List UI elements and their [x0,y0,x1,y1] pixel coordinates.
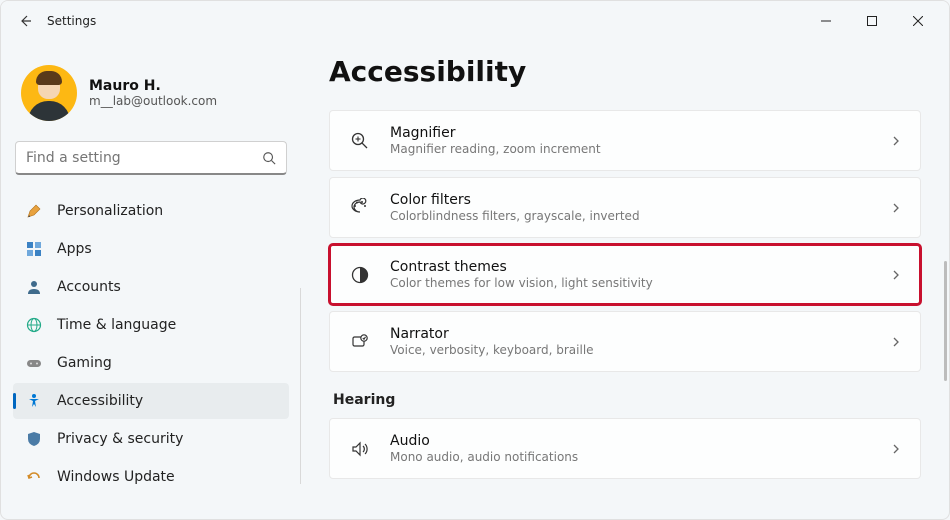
sidebar-item-gaming[interactable]: Gaming [13,345,289,381]
magnifier-icon [348,131,372,151]
profile-email: m__lab@outlook.com [89,94,217,108]
minimize-button[interactable] [803,5,849,37]
window-title: Settings [47,14,96,28]
minimize-icon [821,16,831,26]
contrast-icon [348,265,372,285]
card-audio[interactable]: Audio Mono audio, audio notifications [329,418,921,479]
card-color-filters[interactable]: Color filters Colorblindness filters, gr… [329,177,921,238]
sidebar-item-time-language[interactable]: Time & language [13,307,289,343]
sidebar-item-label: Time & language [57,317,176,333]
sidebar-item-personalization[interactable]: Personalization [13,193,289,229]
sidebar-item-accounts[interactable]: Accounts [13,269,289,305]
sidebar: Mauro H. m__lab@outlook.com Personalizat… [1,41,301,519]
card-title: Contrast themes [390,259,872,275]
main-content: Accessibility Magnifier Magnifier readin… [301,41,949,519]
back-arrow-icon [17,13,33,29]
card-magnifier[interactable]: Magnifier Magnifier reading, zoom increm… [329,110,921,171]
sidebar-nav: Personalization Apps Accounts [13,193,289,495]
card-title: Color filters [390,192,872,208]
color-filters-icon [348,198,372,218]
accessibility-icon [25,392,43,410]
card-subtitle: Color themes for low vision, light sensi… [390,276,872,290]
search-input[interactable] [26,150,262,166]
privacy-icon [25,430,43,448]
card-list-vision: Magnifier Magnifier reading, zoom increm… [329,110,921,374]
search-icon [262,151,276,165]
chevron-right-icon [890,135,902,147]
search-box[interactable] [15,141,287,175]
titlebar: Settings [1,1,949,41]
profile[interactable]: Mauro H. m__lab@outlook.com [13,49,289,141]
page-title: Accessibility [329,55,921,88]
back-button[interactable] [9,5,41,37]
audio-icon [348,439,372,459]
chevron-right-icon [890,202,902,214]
card-title: Magnifier [390,125,872,141]
card-subtitle: Magnifier reading, zoom increment [390,142,872,156]
accounts-icon [25,278,43,296]
sidebar-item-label: Accessibility [57,393,143,409]
sidebar-item-apps[interactable]: Apps [13,231,289,267]
card-contrast-themes[interactable]: Contrast themes Color themes for low vis… [329,244,921,305]
sidebar-item-windows-update[interactable]: Windows Update [13,459,289,495]
avatar [21,65,77,121]
maximize-button[interactable] [849,5,895,37]
card-subtitle: Voice, verbosity, keyboard, braille [390,343,872,357]
apps-icon [25,240,43,258]
card-list-hearing: Audio Mono audio, audio notifications [329,418,921,481]
settings-window: Settings Mauro H. [0,0,950,520]
sidebar-item-label: Privacy & security [57,431,183,447]
maximize-icon [867,16,877,26]
card-title: Narrator [390,326,872,342]
close-button[interactable] [895,5,941,37]
chevron-right-icon [890,336,902,348]
card-title: Audio [390,433,872,449]
card-narrator[interactable]: Narrator Voice, verbosity, keyboard, bra… [329,311,921,372]
section-heading-hearing: Hearing [333,392,921,408]
sidebar-item-label: Windows Update [57,469,175,485]
window-controls [803,5,941,37]
app-body: Mauro H. m__lab@outlook.com Personalizat… [1,41,949,519]
sidebar-item-privacy[interactable]: Privacy & security [13,421,289,457]
personalization-icon [25,202,43,220]
profile-name: Mauro H. [89,78,217,94]
narrator-icon [348,332,372,352]
sidebar-item-label: Accounts [57,279,121,295]
sidebar-item-label: Personalization [57,203,163,219]
gaming-icon [25,354,43,372]
close-icon [913,16,923,26]
sidebar-item-accessibility[interactable]: Accessibility [13,383,289,419]
card-subtitle: Colorblindness filters, grayscale, inver… [390,209,872,223]
time-language-icon [25,316,43,334]
chevron-right-icon [890,443,902,455]
card-subtitle: Mono audio, audio notifications [390,450,872,464]
sidebar-item-label: Apps [57,241,92,257]
chevron-right-icon [890,269,902,281]
sidebar-item-label: Gaming [57,355,112,371]
update-icon [25,468,43,486]
scrollbar[interactable] [944,261,947,381]
